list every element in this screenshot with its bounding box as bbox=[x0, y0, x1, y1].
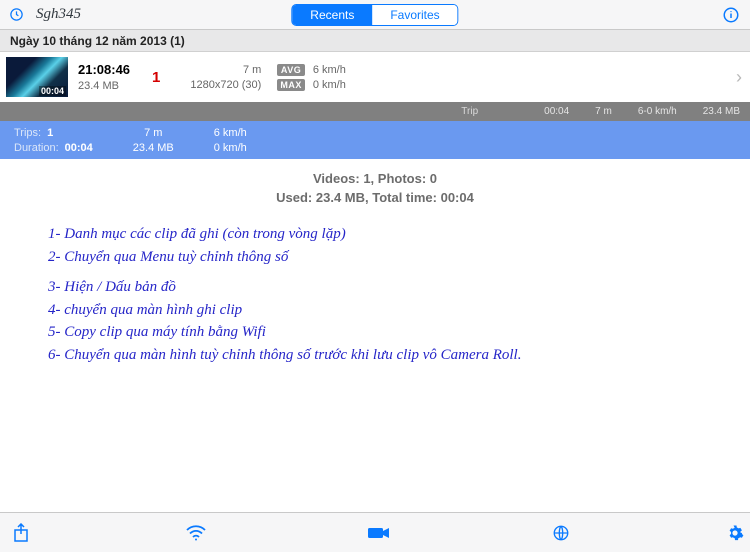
info-icon[interactable] bbox=[722, 6, 740, 24]
summary-size: 23.4 MB bbox=[133, 142, 174, 154]
section-header: Ngày 10 tháng 12 năm 2013 (1) bbox=[0, 30, 750, 52]
note-5: 5- Copy clip qua máy tính bằng Wifi bbox=[48, 321, 702, 344]
avg-badge: AVG bbox=[277, 64, 305, 76]
storage-summary: Videos: 1, Photos: 0 Used: 23.4 MB, Tota… bbox=[0, 159, 750, 205]
thumbnail-duration: 00:04 bbox=[39, 86, 66, 96]
aggregate-label: Trip bbox=[461, 106, 478, 117]
trip-resolution: 1280x720 (30) bbox=[190, 79, 261, 91]
callout-1: 1 bbox=[152, 69, 160, 86]
signature: Sgh345 bbox=[36, 6, 81, 23]
trips-value: 1 bbox=[47, 127, 53, 139]
duration-label: Duration: bbox=[14, 142, 59, 154]
note-3: 3- Hiện / Dấu bản đồ bbox=[48, 276, 702, 299]
note-2: 2- Chuyển qua Menu tuỳ chỉnh thông số bbox=[48, 246, 702, 269]
tab-recents[interactable]: Recents bbox=[292, 5, 372, 25]
top-bar: Sgh345 Recents Favorites bbox=[0, 0, 750, 30]
aggregate-bar: Trip 00:04 7 m 6-0 km/h 23.4 MB bbox=[0, 102, 750, 121]
clock-icon[interactable] bbox=[9, 7, 24, 22]
tab-favorites[interactable]: Favorites bbox=[372, 5, 457, 25]
max-badge: MAX bbox=[277, 79, 305, 91]
gear-icon[interactable] bbox=[726, 524, 744, 542]
trips-label: Trips: bbox=[14, 127, 41, 139]
trip-size: 23.4 MB bbox=[78, 80, 130, 92]
globe-icon[interactable] bbox=[552, 524, 570, 542]
summary-distance: 7 m bbox=[133, 127, 174, 139]
summary-max: 0 km/h bbox=[214, 142, 247, 154]
trip-max-speed: 0 km/h bbox=[313, 79, 346, 91]
camera-icon[interactable] bbox=[368, 526, 390, 540]
share-icon[interactable] bbox=[13, 523, 29, 543]
note-6: 6- Chuyển qua màn hình tuỳ chỉnh thông s… bbox=[48, 344, 702, 367]
summary-line-2: Used: 23.4 MB, Total time: 00:04 bbox=[0, 190, 750, 205]
note-4: 4- chuyển qua màn hình ghi clip bbox=[48, 299, 702, 322]
trip-distance: 7 m bbox=[243, 64, 261, 76]
trip-thumbnail[interactable]: 00:04 bbox=[6, 57, 68, 97]
wifi-icon[interactable] bbox=[186, 525, 206, 541]
trip-row[interactable]: 00:04 21:08:46 23.4 MB 1 7 m 1280x720 (3… bbox=[0, 52, 750, 102]
chevron-right-icon: › bbox=[736, 67, 742, 88]
aggregate-distance: 7 m bbox=[595, 106, 612, 117]
trip-avg-speed: 6 km/h bbox=[313, 64, 346, 76]
trip-meta: 21:08:46 23.4 MB 1 7 m 1280x720 (30) AVG… bbox=[68, 62, 750, 92]
aggregate-duration: 00:04 bbox=[544, 106, 569, 117]
segmented-control: Recents Favorites bbox=[291, 4, 458, 26]
duration-value: 00:04 bbox=[65, 142, 93, 154]
aggregate-size: 23.4 MB bbox=[703, 106, 740, 117]
aggregate-speed: 6-0 km/h bbox=[638, 106, 677, 117]
trip-time: 21:08:46 bbox=[78, 62, 130, 77]
annotation-notes: 1- Danh mục các clip đã ghi (còn trong v… bbox=[0, 205, 750, 366]
bottom-toolbar bbox=[0, 512, 750, 552]
summary-avg: 6 km/h bbox=[214, 127, 247, 139]
summary-line-1: Videos: 1, Photos: 0 bbox=[0, 171, 750, 186]
summary-bar: Trips: 1 Duration: 00:04 7 m 23.4 MB 6 km/… bbox=[0, 121, 750, 159]
note-1: 1- Danh mục các clip đã ghi (còn trong v… bbox=[48, 223, 702, 246]
